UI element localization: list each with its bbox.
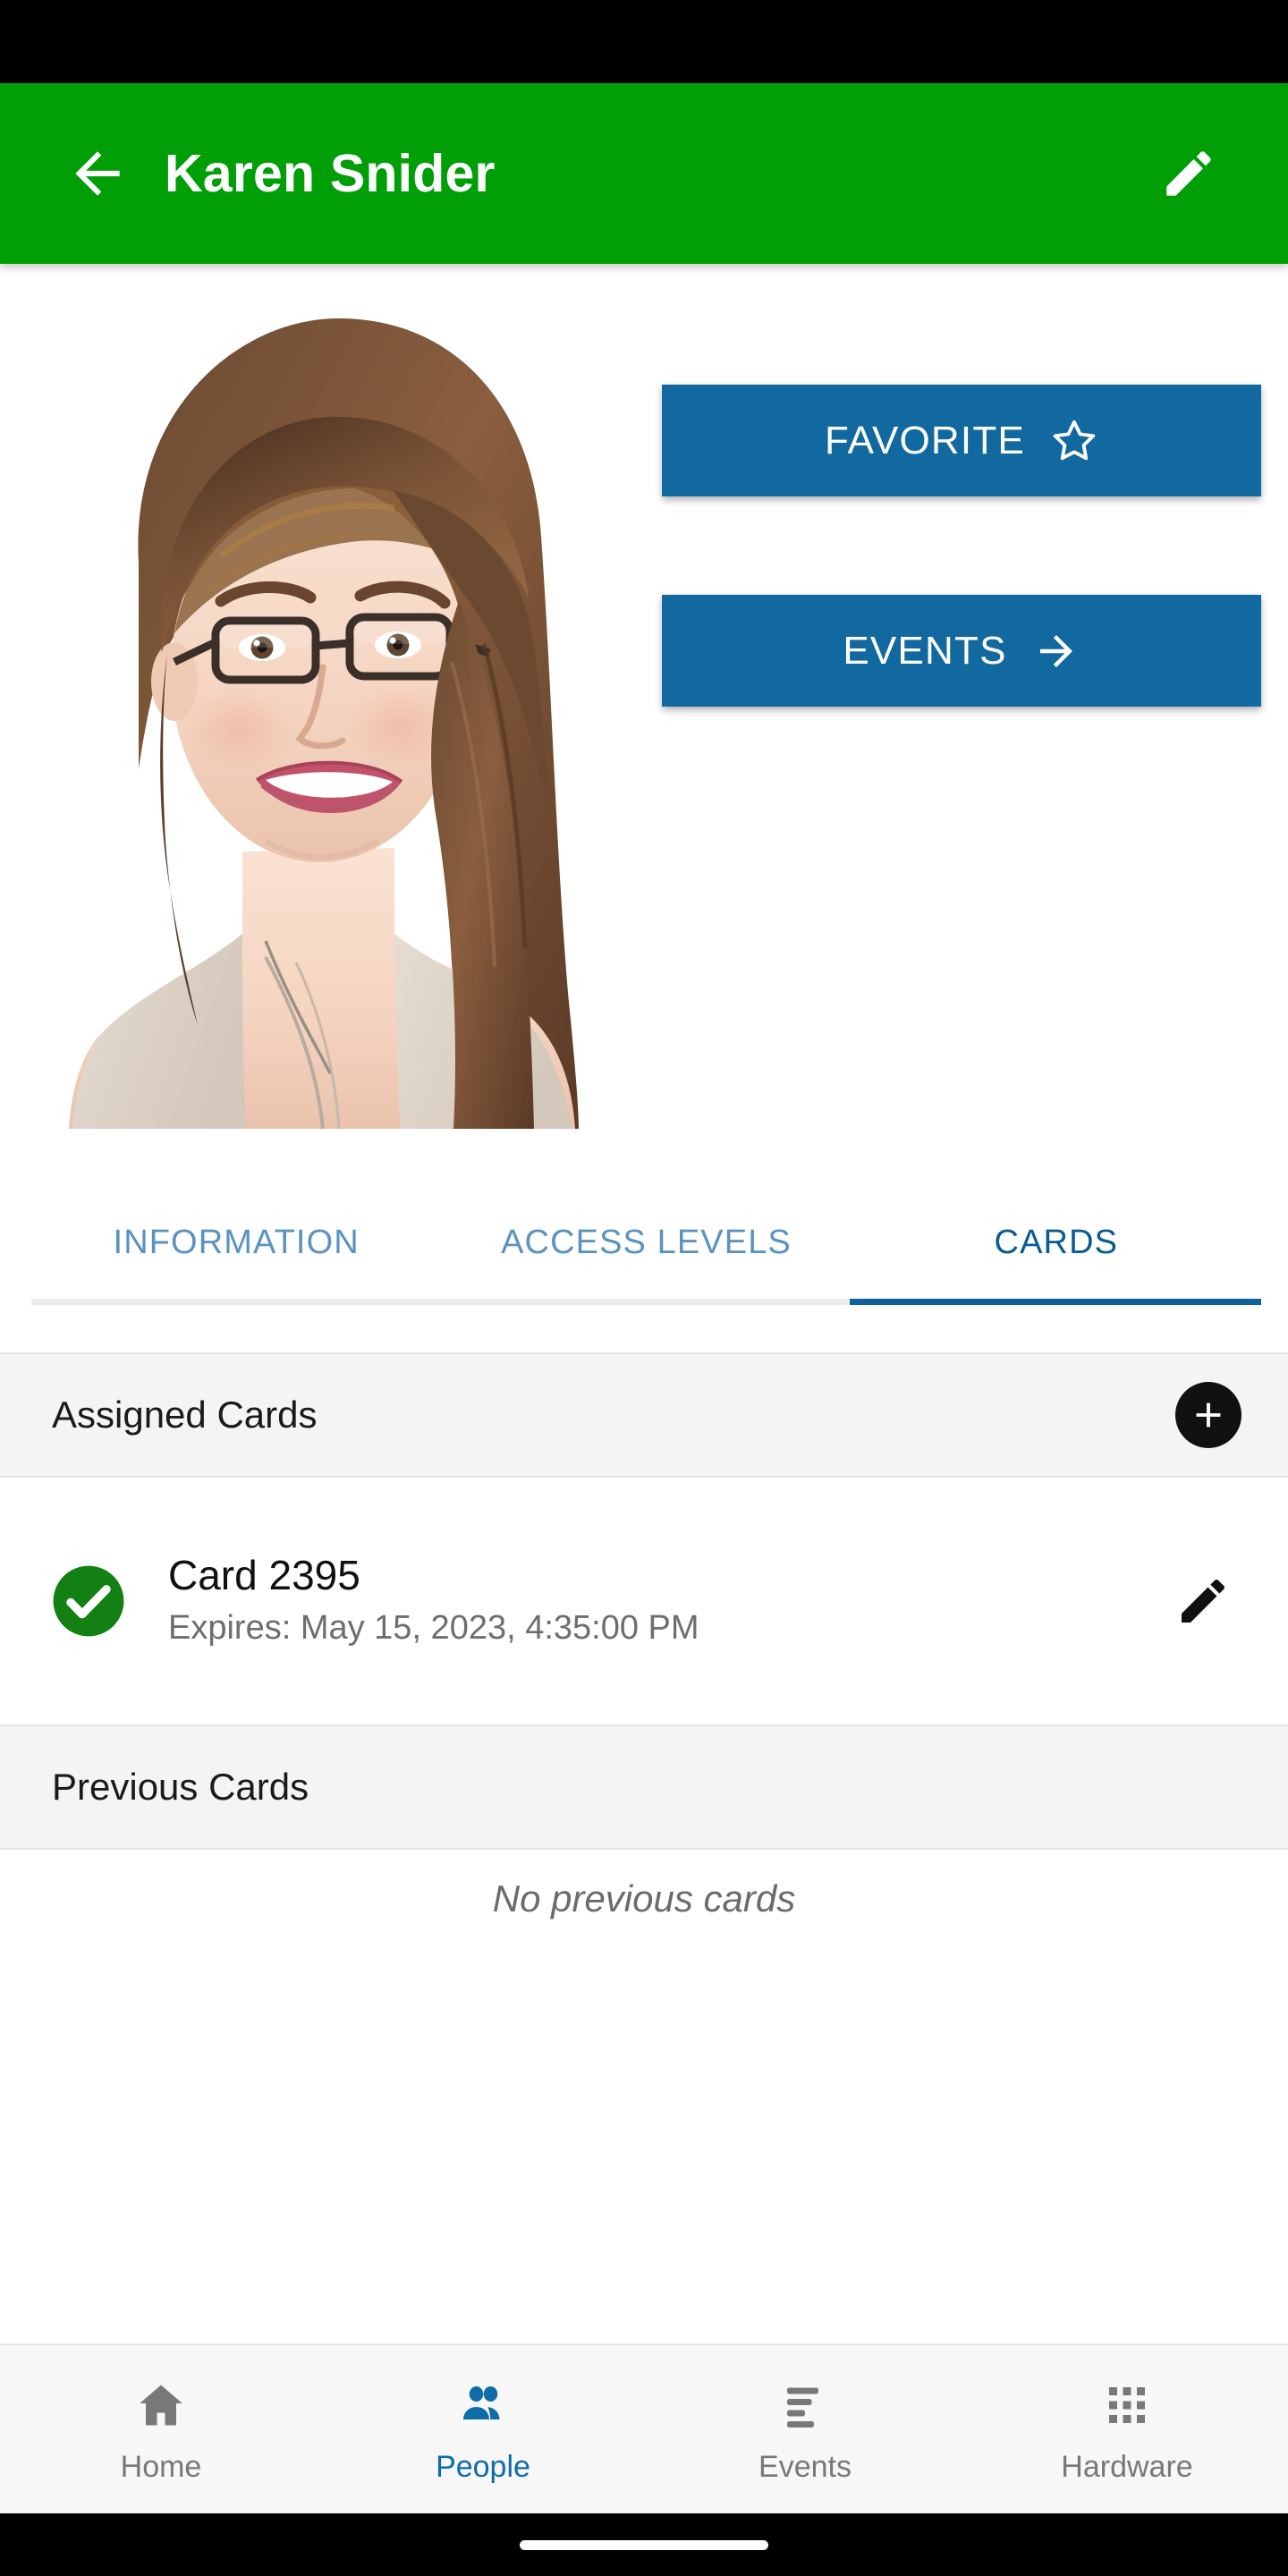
pencil-edit-icon bbox=[1182, 1579, 1225, 1623]
assigned-cards-header: Assigned Cards bbox=[0, 1352, 1288, 1478]
people-icon bbox=[456, 2375, 510, 2432]
tab-access-levels[interactable]: ACCESS LEVELS bbox=[441, 1190, 851, 1295]
add-card-button[interactable] bbox=[1175, 1382, 1241, 1448]
events-button-label: EVENTS bbox=[843, 628, 1007, 673]
arrow-right-icon bbox=[1032, 627, 1080, 675]
home-indicator[interactable] bbox=[520, 2539, 768, 2550]
gesture-navigation-bar bbox=[0, 2513, 1288, 2576]
nav-item-hardware[interactable]: Hardware bbox=[966, 2345, 1288, 2513]
nav-label-hardware: Hardware bbox=[1061, 2449, 1193, 2484]
favorite-button-label: FAVORITE bbox=[825, 418, 1025, 462]
edit-card-button[interactable] bbox=[1168, 1566, 1238, 1636]
nav-label-people: People bbox=[436, 2449, 530, 2484]
assigned-cards-title: Assigned Cards bbox=[52, 1394, 318, 1436]
plus-circle-icon bbox=[1196, 1402, 1221, 1428]
star-outline-icon bbox=[1050, 417, 1098, 465]
empty-state-message: No previous cards bbox=[492, 1877, 796, 1919]
page-title: Karen Snider bbox=[165, 144, 496, 203]
tab-bar: INFORMATION ACCESS LEVELS CARDS bbox=[31, 1190, 1261, 1306]
card-title: Card 2395 bbox=[168, 1551, 360, 1598]
nav-item-home[interactable]: Home bbox=[0, 2345, 322, 2513]
pencil-edit-icon bbox=[1166, 151, 1211, 196]
app-bar: Karen Snider bbox=[0, 83, 1288, 264]
previous-cards-header: Previous Cards bbox=[0, 1724, 1288, 1850]
previous-cards-title: Previous Cards bbox=[52, 1766, 309, 1808]
edit-person-button[interactable] bbox=[1140, 83, 1238, 264]
tab-active-indicator bbox=[850, 1299, 1261, 1305]
list-icon bbox=[778, 2375, 832, 2432]
table-row[interactable]: Card 2395 Expires: May 15, 2023, 4:35:00… bbox=[0, 1478, 1288, 1724]
portrait-illustration bbox=[31, 268, 631, 1136]
tab-information[interactable]: INFORMATION bbox=[31, 1190, 441, 1295]
tab-cards[interactable]: CARDS bbox=[852, 1190, 1261, 1295]
card-expiry: Expires: May 15, 2023, 4:35:00 PM bbox=[168, 1608, 699, 1647]
favorite-button[interactable]: FAVORITE bbox=[662, 385, 1261, 496]
app-root: Karen Snider FAVORITE EVENTS INFORMATION… bbox=[0, 0, 1288, 2576]
events-button[interactable]: EVENTS bbox=[662, 595, 1261, 707]
bottom-navigation: Home People Events Hardware bbox=[0, 2343, 1288, 2513]
grid-dots-icon bbox=[1100, 2375, 1154, 2432]
nav-item-people[interactable]: People bbox=[322, 2345, 644, 2513]
back-button[interactable] bbox=[43, 83, 152, 264]
profile-photo bbox=[31, 268, 631, 1136]
status-bar bbox=[0, 0, 1288, 83]
nav-label-events: Events bbox=[758, 2449, 852, 2484]
nav-label-home: Home bbox=[120, 2449, 202, 2484]
previous-cards-empty-state: No previous cards bbox=[0, 1850, 1288, 1948]
nav-item-events[interactable]: Events bbox=[644, 2345, 966, 2513]
card-info: Card 2395 Expires: May 15, 2023, 4:35:00… bbox=[168, 1552, 699, 1651]
arrow-left-icon bbox=[75, 151, 120, 196]
home-icon bbox=[134, 2375, 188, 2432]
check-circle-icon bbox=[50, 1563, 127, 1640]
